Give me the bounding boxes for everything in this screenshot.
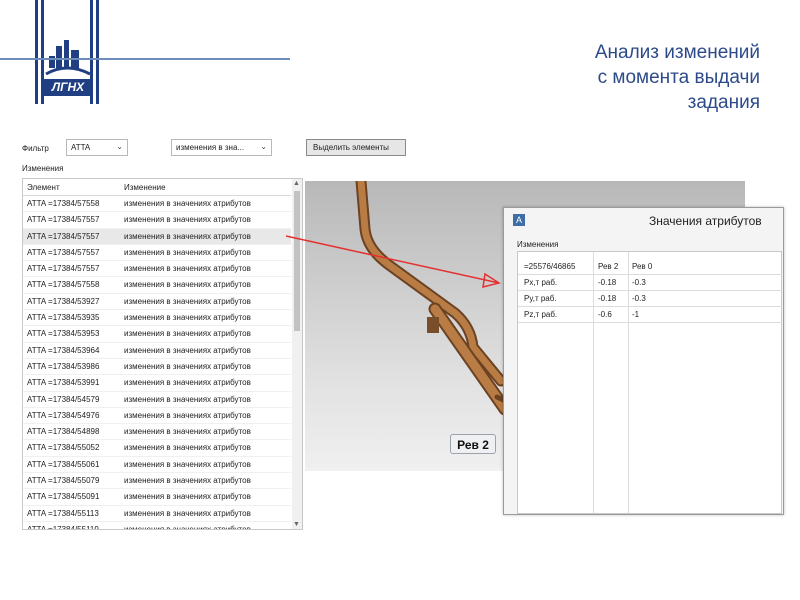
annotation-arrow bbox=[285, 235, 501, 289]
